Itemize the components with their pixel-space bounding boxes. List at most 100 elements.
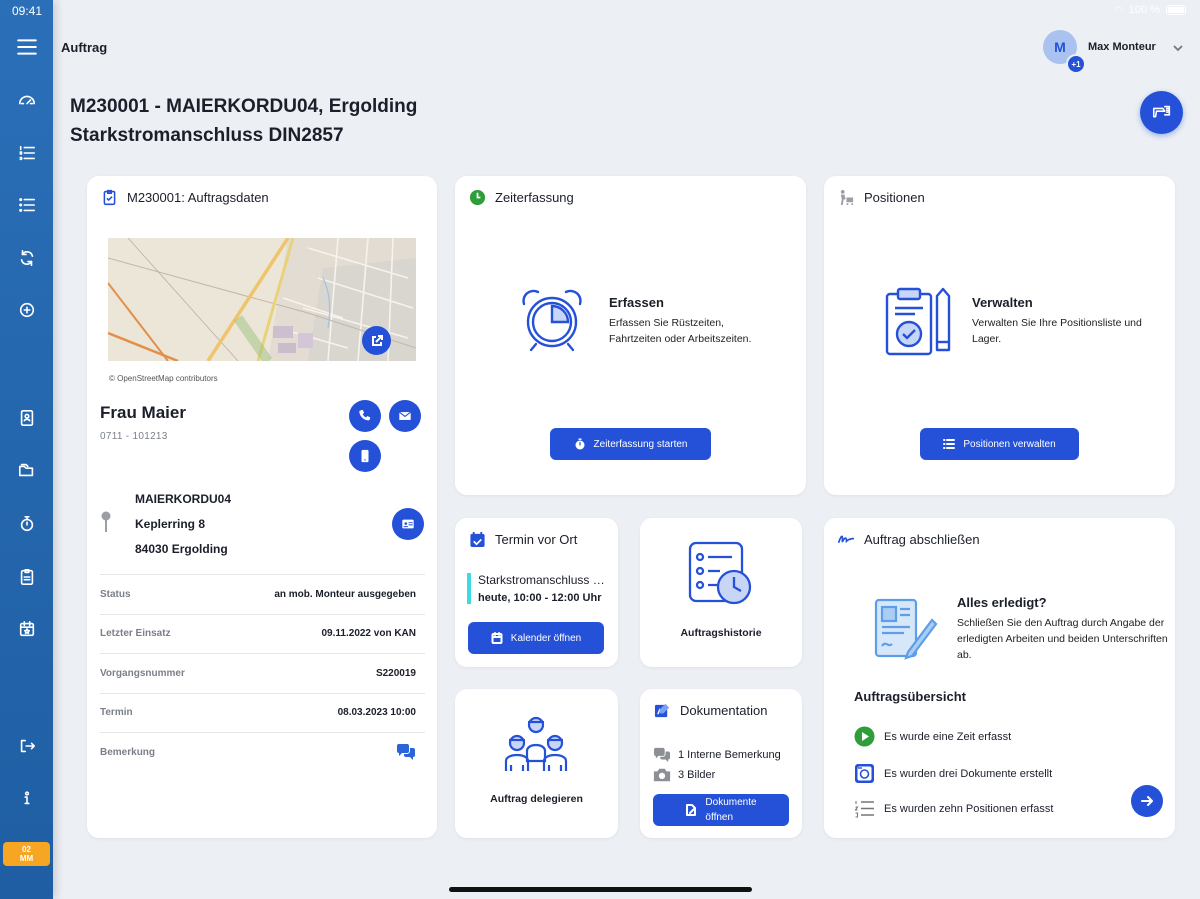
stopwatch-icon[interactable]	[0, 506, 53, 542]
badge-line-2: MM	[19, 854, 34, 863]
topbar-title: Auftrag	[61, 40, 108, 55]
address: MAIERKORDU04 Keplerring 8 84030 Ergoldin…	[135, 487, 231, 562]
battery-label: 100 %	[1128, 4, 1160, 16]
info-row-appointment: Termin 08.03.2023 10:00	[100, 692, 425, 733]
info-value: S220019	[375, 667, 416, 679]
info-value: an mob. Monteur ausgegeben	[274, 588, 416, 600]
user-menu[interactable]: M +1 Max Monteur	[1043, 30, 1183, 74]
mobile-phone-icon	[361, 449, 369, 463]
appointment-item[interactable]: Starkstromanschluss DIN2857 heute, 10:00…	[467, 573, 613, 604]
appointment-time: heute, 10:00 - 12:00 Uhr	[478, 592, 602, 604]
menu-icon[interactable]	[0, 29, 53, 65]
envelope-icon	[398, 411, 412, 420]
info-icon[interactable]	[0, 780, 53, 816]
close-order-card-title: Auftrag abschließen	[864, 531, 980, 547]
clipboard-check-icon	[100, 188, 118, 206]
signature-icon	[837, 530, 855, 548]
map-credit: © OpenStreetMap contributors	[109, 374, 218, 383]
contact-phone: 0711 - 101213	[100, 431, 168, 442]
open-documents-label-1: Dokumente	[705, 797, 757, 808]
positions-card: Positionen Verwalten Verwalten Sie Ihre …	[824, 176, 1175, 495]
numbered-list-icon	[854, 798, 875, 819]
status-bar: 09:41 ◠ 100 %	[0, 0, 1200, 20]
open-calendar-label: Kalender öffnen	[510, 632, 582, 644]
user-initials-badge[interactable]: 02 MM	[3, 842, 50, 866]
clock: 09:41	[12, 4, 43, 18]
arrow-right-icon	[1141, 796, 1153, 806]
documentation-card: Dokumentation 1 Interne Bemerkung 3 Bild…	[640, 689, 802, 838]
delegate-order-card[interactable]: Auftrag delegieren	[455, 689, 618, 838]
appointment-title: Starkstromanschluss DIN2857	[478, 573, 613, 587]
list-icon[interactable]	[0, 187, 53, 223]
avatar[interactable]: M +1	[1043, 30, 1086, 74]
documentation-card-title: Dokumentation	[680, 702, 768, 718]
battery-icon	[1166, 5, 1186, 15]
manage-positions-button[interactable]: Positionen verwalten	[920, 428, 1079, 460]
check-documents-created: Es wurden drei Dokumente erstellt	[854, 763, 1052, 784]
documentation-card-header: Dokumentation	[653, 701, 767, 719]
avatar-count-badge: +1	[1066, 54, 1086, 74]
system-indicators: ◠ 100 %	[1114, 4, 1186, 16]
document-edit-icon	[686, 804, 697, 816]
open-map-button[interactable]	[362, 326, 391, 355]
play-circle-icon	[854, 726, 875, 747]
home-indicator[interactable]	[449, 887, 752, 892]
order-data-card: M230001: Auftragsdaten © OpenStreetMap c…	[87, 176, 437, 838]
badge-line-1: 02	[22, 845, 31, 854]
proceed-close-order-button[interactable]	[1131, 785, 1163, 817]
info-row-status: Status an mob. Monteur ausgegeben	[100, 574, 425, 614]
order-info-table: Status an mob. Monteur ausgegeben Letzte…	[100, 574, 425, 772]
info-key: Status	[100, 588, 131, 600]
external-link-icon	[371, 334, 383, 346]
internal-remark-count: 1 Interne Bemerkung	[653, 747, 781, 763]
positions-card-title: Positionen	[864, 189, 925, 205]
clipboard-icon[interactable]	[0, 559, 53, 595]
address-line-3: 84030 Ergolding	[135, 542, 228, 556]
info-value: 09.11.2022 von KAN	[321, 628, 417, 640]
address-book-icon[interactable]	[0, 400, 53, 436]
wifi-icon: ◠	[1114, 4, 1123, 16]
address-line-2: Keplerring 8	[135, 517, 206, 531]
info-value: 08.03.2023 10:00	[337, 707, 416, 719]
logout-icon[interactable]	[0, 728, 53, 764]
order-history-card[interactable]: Auftragshistorie	[640, 518, 802, 667]
sync-icon[interactable]	[0, 240, 53, 276]
page-title-line-2: Starkstromanschluss DIN2857	[70, 125, 344, 146]
calendar-icon[interactable]	[0, 611, 53, 647]
address-line-1: MAIERKORDU04	[135, 492, 232, 506]
internal-remark-text: 1 Interne Bemerkung	[678, 749, 781, 761]
delegate-order-label: Auftrag delegieren	[490, 793, 583, 805]
numbered-list-icon[interactable]	[0, 135, 53, 171]
order-history-label: Auftragshistorie	[680, 627, 762, 639]
mobile-button[interactable]	[349, 440, 381, 472]
comments-icon[interactable]	[396, 743, 416, 761]
signed-document-icon	[874, 598, 938, 660]
chevron-down-icon[interactable]	[1173, 40, 1183, 52]
camera-icon	[653, 768, 671, 782]
call-button[interactable]	[349, 400, 381, 432]
appointment-card-title: Termin vor Ort	[495, 531, 578, 547]
id-card-icon	[402, 519, 414, 529]
stopwatch-icon	[575, 438, 585, 450]
email-button[interactable]	[389, 400, 421, 432]
close-order-card-header: Auftrag abschließen	[837, 530, 980, 548]
start-time-tracking-button[interactable]: Zeiterfassung starten	[550, 428, 711, 460]
check-text: Es wurde eine Zeit erfasst	[884, 730, 1012, 743]
check-time-recorded: Es wurde eine Zeit erfasst	[854, 726, 1011, 747]
info-row-remark[interactable]: Bemerkung	[100, 732, 425, 772]
time-feature-title: Erfassen	[609, 295, 664, 310]
add-circle-icon[interactable]	[0, 292, 53, 328]
folders-icon[interactable]	[0, 452, 53, 488]
dashboard-icon[interactable]	[0, 82, 53, 118]
open-calendar-button[interactable]: Kalender öffnen	[468, 622, 604, 654]
order-history-icon	[688, 541, 754, 607]
info-key: Termin	[100, 707, 133, 719]
positions-feature-desc: Verwalten Sie Ihre Positionsliste und La…	[972, 317, 1142, 345]
positions-card-header: Positionen	[837, 188, 925, 206]
check-text: Es wurden drei Dokumente erstellt	[884, 767, 1053, 780]
info-key: Vorgangsnummer	[100, 667, 185, 679]
tools-button[interactable]	[1140, 91, 1183, 134]
worker-cart-icon	[837, 188, 855, 206]
open-documents-button[interactable]: Dokumente öffnen	[653, 794, 789, 826]
contact-card-button[interactable]	[392, 508, 424, 540]
